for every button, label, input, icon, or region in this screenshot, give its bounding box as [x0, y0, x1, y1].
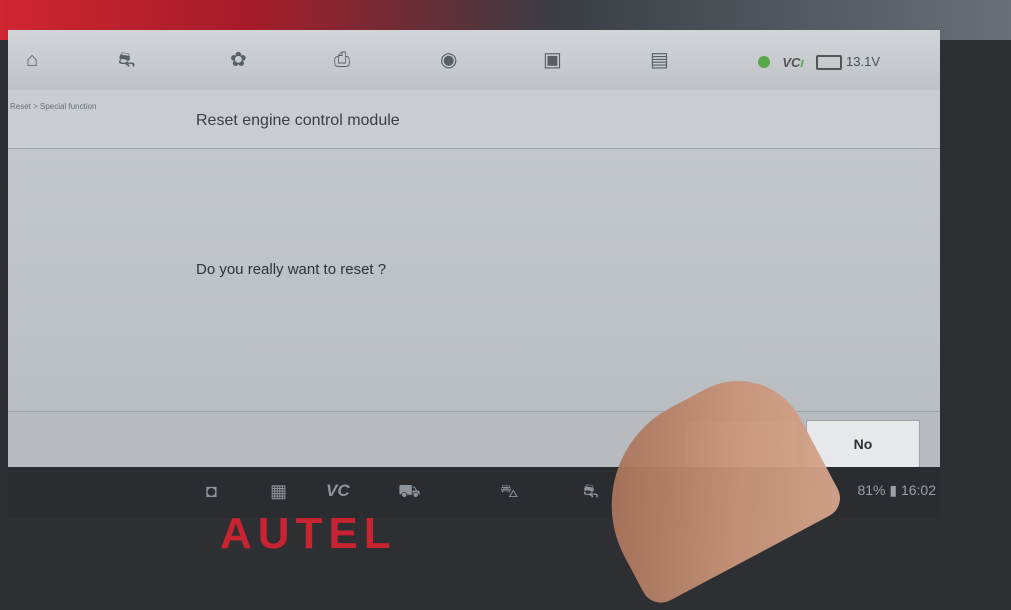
status-indicators: VCı 13.1V [758, 54, 880, 71]
battery-icon [816, 55, 843, 71]
dialog-content: Do you really want to reset ? [8, 149, 940, 411]
device-brand-logo: AUTEL [220, 509, 397, 558]
car-icon[interactable]: ⛐ [118, 50, 135, 70]
system-status: 81% ▮ 16:02 [857, 482, 936, 498]
vehicle-icon[interactable]: ⛍ [500, 481, 519, 505]
diagnostics-icon[interactable]: ⛟ [398, 481, 421, 505]
header-bar: Reset > Special function Reset engine co… [8, 90, 940, 149]
help-icon[interactable]: ◉ [440, 50, 457, 70]
home-icon[interactable]: ⌂ [26, 50, 38, 70]
page-title: Reset engine control module [196, 112, 400, 129]
battery-voltage: 13.1V [816, 54, 880, 71]
vci-shortcut[interactable]: VC [326, 481, 350, 501]
breadcrumb: Reset > Special function [10, 102, 97, 111]
print-icon[interactable]: ⎙ [334, 50, 350, 70]
gear-icon[interactable]: ✿ [230, 50, 247, 70]
remote-icon[interactable]: ⛐ [583, 481, 599, 505]
connection-status-icon [758, 56, 771, 69]
camera-icon[interactable]: ◘ [206, 481, 217, 502]
confirm-question: Do you really want to reset ? [196, 261, 387, 278]
top-toolbar: ⌂ ⛐ ✿ ⎙ ◉ ▣ ▤ VCı 13.1V [8, 30, 940, 90]
screenshot-icon[interactable]: ▦ [270, 481, 287, 502]
vci-indicator: VCı [782, 54, 805, 70]
save-icon[interactable]: ▣ [543, 50, 562, 70]
message-icon[interactable]: ▤ [650, 50, 669, 70]
